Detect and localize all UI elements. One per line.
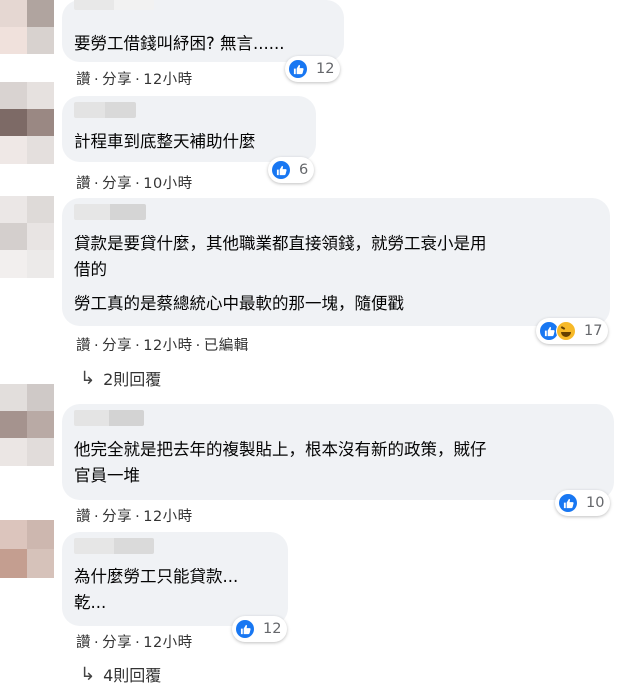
commenter-name[interactable] — [74, 538, 154, 554]
avatar[interactable] — [0, 82, 54, 164]
comment-bubble: 貸款是要貸什麼，其他職業都直接領錢，就勞工衰小是用 借的 勞工真的是蔡總統心中最… — [62, 198, 610, 326]
like-icon — [558, 493, 578, 513]
timestamp[interactable]: 12小時 — [143, 72, 192, 88]
like-button[interactable]: 讚 — [76, 72, 91, 88]
edited-label[interactable]: 已編輯 — [204, 338, 249, 354]
commenter-name[interactable] — [74, 204, 146, 220]
commenter-name[interactable] — [74, 410, 144, 426]
separator: · — [94, 635, 100, 651]
reaction-summary[interactable]: 12 — [285, 56, 341, 82]
comment-text: 他完全就是把去年的複製貼上，根本沒有新的政策，賊仔 — [74, 440, 487, 459]
comment-text: 為什麼勞工只能貸款... — [74, 567, 239, 586]
view-replies-link[interactable]: ↳ 4則回覆 — [80, 662, 161, 686]
comment-actions: 讚 · 分享 · 12小時 — [76, 631, 193, 652]
like-icon — [235, 619, 255, 639]
comment-text: 官員一堆 — [74, 466, 140, 485]
comment-actions: 讚 · 分享 · 10小時 — [76, 172, 193, 193]
like-icon — [288, 59, 308, 79]
reply-arrow-icon: ↳ — [80, 663, 96, 685]
comment-text: 乾... — [74, 593, 107, 612]
comment-bubble: 要勞工借錢叫紓困? 無言...... — [62, 0, 344, 62]
share-button[interactable]: 分享 — [102, 509, 132, 525]
reaction-summary[interactable]: 17 — [536, 318, 609, 344]
timestamp[interactable]: 12小時 — [143, 635, 192, 651]
comment-actions: 讚 · 分享 · 12小時 — [76, 68, 193, 89]
separator: · — [135, 509, 141, 525]
like-button[interactable]: 讚 — [76, 338, 91, 354]
commenter-name[interactable] — [74, 102, 136, 118]
view-replies-link[interactable]: ↳ 2則回覆 — [80, 366, 161, 390]
timestamp[interactable]: 12小時 — [143, 509, 192, 525]
separator: · — [94, 509, 100, 525]
avatar[interactable] — [0, 384, 54, 466]
comment-text: 要勞工借錢叫紓困? 無言...... — [74, 34, 285, 53]
avatar[interactable] — [0, 520, 54, 578]
reaction-summary[interactable]: 12 — [232, 616, 288, 642]
like-button[interactable]: 讚 — [76, 509, 91, 525]
separator: · — [135, 635, 141, 651]
reaction-summary[interactable]: 6 — [268, 157, 315, 183]
like-button[interactable]: 讚 — [76, 176, 91, 192]
timestamp[interactable]: 10小時 — [143, 176, 192, 192]
comment-actions: 讚 · 分享 · 12小時 — [76, 505, 193, 526]
reply-arrow-icon: ↳ — [80, 367, 96, 389]
reaction-summary[interactable]: 10 — [555, 490, 611, 516]
comment-bubble: 計程車到底整天補助什麼 — [62, 96, 316, 162]
comment-text: 勞工真的是蔡總統心中最軟的那一塊，隨便戳 — [74, 294, 404, 313]
like-button[interactable]: 讚 — [76, 635, 91, 651]
avatar[interactable] — [0, 0, 54, 54]
commenter-name[interactable] — [74, 0, 154, 10]
separator: · — [94, 176, 100, 192]
share-button[interactable]: 分享 — [102, 72, 132, 88]
comment-text: 貸款是要貸什麼，其他職業都直接領錢，就勞工衰小是用 — [74, 234, 487, 253]
replies-count: 4則回覆 — [103, 666, 162, 685]
separator: · — [94, 72, 100, 88]
haha-icon — [556, 321, 576, 341]
reaction-count: 12 — [316, 61, 335, 77]
comment-bubble: 為什麼勞工只能貸款... 乾... — [62, 532, 288, 626]
reaction-count: 17 — [584, 323, 603, 339]
like-icon — [271, 160, 291, 180]
avatar[interactable] — [0, 196, 54, 278]
separator: · — [135, 176, 141, 192]
reaction-count: 6 — [299, 162, 309, 178]
reaction-count: 10 — [586, 495, 605, 511]
share-button[interactable]: 分享 — [102, 176, 132, 192]
comment-text: 計程車到底整天補助什麼 — [74, 132, 256, 151]
comment-bubble: 他完全就是把去年的複製貼上，根本沒有新的政策，賊仔 官員一堆 — [62, 404, 614, 500]
reaction-count: 12 — [263, 621, 282, 637]
replies-count: 2則回覆 — [103, 370, 162, 389]
separator: · — [195, 338, 201, 354]
comment-text: 借的 — [74, 260, 107, 279]
share-button[interactable]: 分享 — [102, 338, 132, 354]
separator: · — [135, 338, 141, 354]
separator: · — [135, 72, 141, 88]
share-button[interactable]: 分享 — [102, 635, 132, 651]
separator: · — [94, 338, 100, 354]
comment-actions: 讚 · 分享 · 12小時 · 已編輯 — [76, 334, 249, 355]
timestamp[interactable]: 12小時 — [143, 338, 192, 354]
